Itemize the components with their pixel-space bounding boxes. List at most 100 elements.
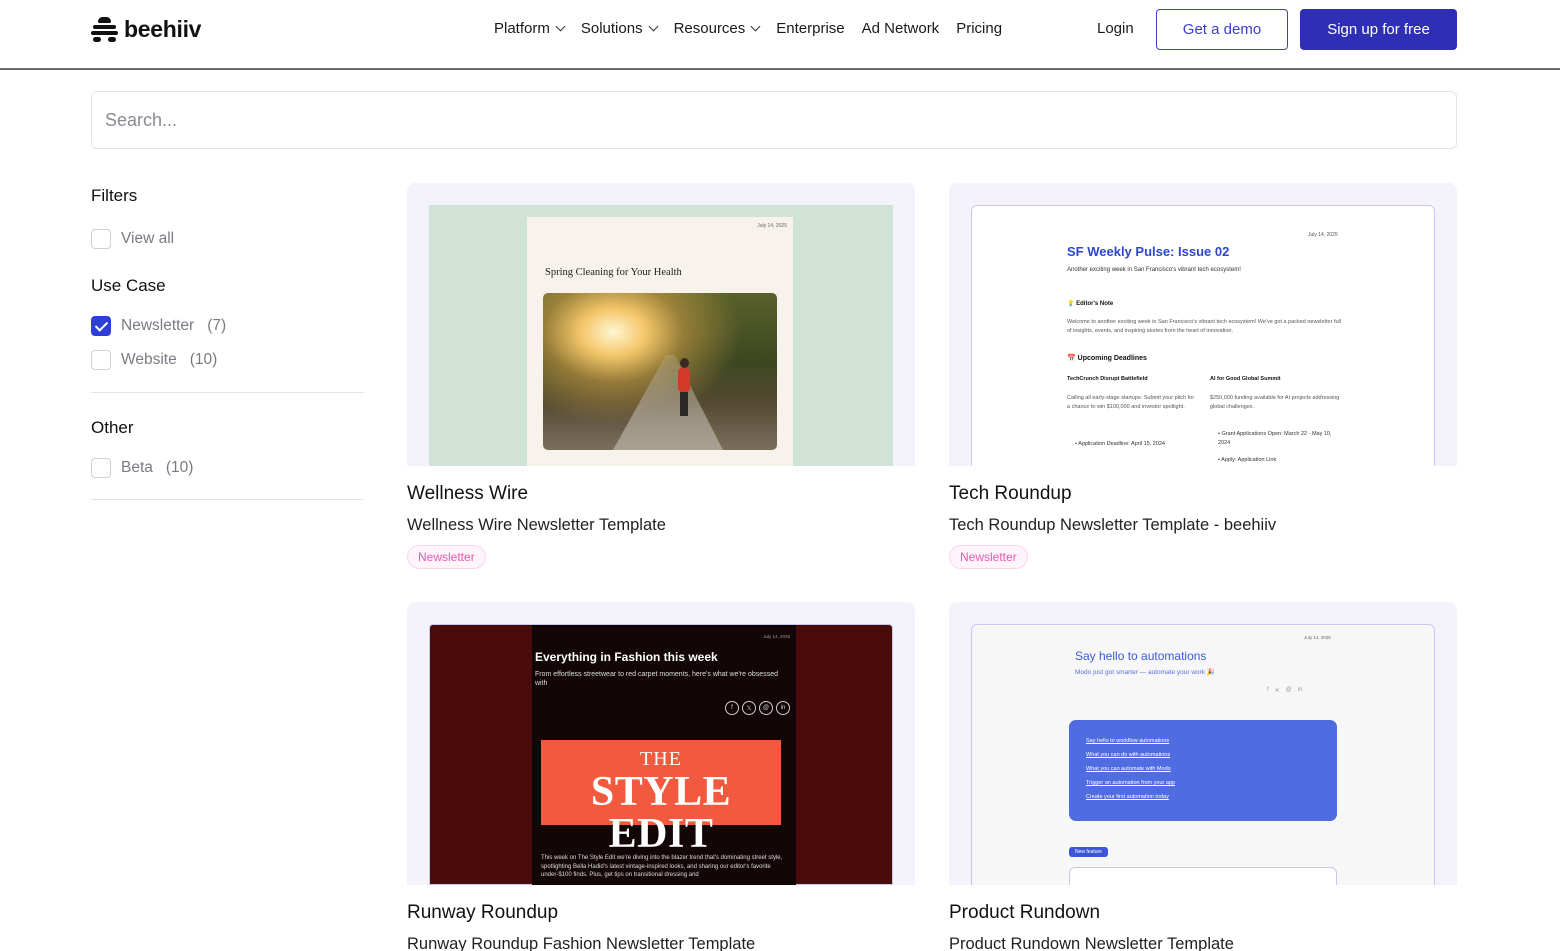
use-case-heading: Use Case — [91, 276, 166, 295]
template-preview[interactable]: July 14, 2025 SF Weekly Pulse: Issue 02 … — [949, 183, 1457, 466]
website-checkbox[interactable] — [91, 350, 111, 370]
card-title[interactable]: Wellness Wire — [407, 483, 915, 505]
card-title[interactable]: Tech Roundup — [949, 483, 1457, 505]
links-box: Say hello to workflow automations What y… — [1069, 720, 1337, 821]
card-tag: Newsletter — [407, 545, 486, 569]
nav-resources-label: Resources — [673, 20, 746, 37]
preview-link: What you can do with automations — [1086, 752, 1171, 758]
linkedin-icon: in — [1297, 687, 1303, 693]
template-preview[interactable]: July 14, 2025 Say hello to automations M… — [949, 602, 1457, 885]
facebook-icon: f — [1267, 687, 1269, 693]
preview-subheading: Another exciting week in San Francisco's… — [1067, 267, 1241, 273]
login-link[interactable]: Login — [1097, 20, 1134, 37]
card-title[interactable]: Product Rundown — [949, 902, 1457, 924]
sidebar-divider — [91, 499, 364, 500]
template-preview[interactable]: July 14, 2025 Everything in Fashion this… — [407, 602, 915, 885]
preview-link: Say hello to workflow automations — [1086, 738, 1170, 744]
preview-link: Trigger an automation from your app — [1086, 780, 1176, 786]
logo[interactable]: beehiiv — [91, 16, 201, 43]
preview-content-box — [1069, 867, 1337, 885]
nav-pricing[interactable]: Pricing — [956, 20, 1002, 37]
preview-background: July 14, 2025 Spring Cleaning for Your H… — [429, 205, 893, 466]
preview-date: July 14, 2025 — [763, 634, 790, 639]
filter-website[interactable]: Website (10) — [91, 350, 217, 370]
beta-checkbox[interactable] — [91, 458, 111, 478]
preview-email: July 14, 2025 Say hello to automations M… — [971, 624, 1435, 885]
card-subtitle: Wellness Wire Newsletter Template — [407, 516, 666, 534]
nav-resources[interactable]: Resources — [673, 20, 761, 37]
filter-view-all[interactable]: View all — [91, 229, 174, 249]
newsletter-count: (7) — [207, 317, 227, 334]
banner-big-text: STYLE EDIT — [590, 769, 732, 857]
newsletter-checkbox[interactable] — [91, 316, 111, 336]
col1-bullet: • Application Deadline: April 15, 2024 — [1075, 441, 1165, 447]
get-demo-button[interactable]: Get a demo — [1156, 9, 1288, 50]
preview-body: This week on The Style Edit we're diving… — [541, 855, 783, 879]
col2-bullet-2: • Apply: Application Link — [1218, 457, 1277, 463]
filter-beta[interactable]: Beta (10) — [91, 458, 193, 478]
facebook-icon: f — [725, 701, 739, 715]
x-icon: ✕ — [1274, 688, 1280, 694]
linkedin-icon: in — [776, 701, 790, 715]
preview-heading: SF Weekly Pulse: Issue 02 — [1067, 244, 1230, 259]
preview-email: July 14, 2025 SF Weekly Pulse: Issue 02 … — [971, 205, 1435, 466]
preview-email: July 14, 2025 Everything in Fashion this… — [532, 625, 796, 885]
social-icons: f 𝕏 @ in — [725, 701, 790, 715]
view-all-label: View all — [121, 230, 175, 247]
col2-body: $250,000 funding available for AI projec… — [1210, 395, 1340, 410]
preview-date: July 14, 2025 — [1308, 232, 1338, 238]
deadlines-heading: 📅 Upcoming Deadlines — [1067, 355, 1147, 362]
new-feature-tag: New feature — [1069, 847, 1108, 857]
newsletter-label: Newsletter — [121, 317, 195, 334]
preview-heading: Say hello to automations — [1075, 649, 1207, 663]
nav-ad-network[interactable]: Ad Network — [862, 20, 940, 37]
template-card-runway-roundup[interactable]: July 14, 2025 Everything in Fashion this… — [407, 602, 915, 951]
preview-date: July 14, 2025 — [1304, 635, 1331, 640]
nav-platform[interactable]: Platform — [494, 20, 566, 37]
filters-heading: Filters — [91, 186, 138, 205]
search-input[interactable] — [91, 91, 1457, 149]
social-icons: f ✕ @ in — [1267, 687, 1302, 694]
beehiiv-logo-icon — [91, 16, 118, 43]
threads-icon: @ — [759, 701, 773, 715]
template-card-product-rundown[interactable]: July 14, 2025 Say hello to automations M… — [949, 602, 1457, 951]
nav-solutions-label: Solutions — [580, 20, 643, 37]
nav-pricing-label: Pricing — [956, 20, 1003, 37]
card-subtitle: Product Rundown Newsletter Template — [949, 935, 1234, 951]
preview-photo — [543, 293, 777, 450]
editors-note-body: Welcome to another exciting week in San … — [1067, 319, 1341, 334]
col2-heading: AI for Good Global Summit — [1210, 376, 1281, 382]
template-preview[interactable]: July 14, 2025 Spring Cleaning for Your H… — [407, 183, 915, 466]
preview-email: July 14, 2025 Spring Cleaning for Your H… — [527, 217, 793, 466]
filter-newsletter[interactable]: Newsletter (7) — [91, 316, 226, 336]
road-shape — [613, 355, 723, 450]
card-tag: Newsletter — [949, 545, 1028, 569]
template-card-wellness-wire[interactable]: July 14, 2025 Spring Cleaning for Your H… — [407, 183, 915, 569]
x-icon: 𝕏 — [742, 701, 756, 715]
top-navbar: beehiiv Platform Solutions Resources Ent… — [0, 0, 1560, 70]
col1-body: Calling all early-stage startups: Submit… — [1067, 395, 1195, 410]
card-title[interactable]: Runway Roundup — [407, 902, 915, 924]
nav-enterprise[interactable]: Enterprise — [776, 20, 844, 37]
card-subtitle: Runway Roundup Fashion Newsletter Templa… — [407, 935, 756, 951]
main-nav: Platform Solutions Resources Enterprise … — [494, 20, 1002, 37]
nav-ad-network-label: Ad Network — [861, 20, 940, 37]
sign-up-button[interactable]: Sign up for free — [1300, 9, 1457, 50]
col2-bullet-1: • Grant Applications Open: March 22 - Ma… — [1218, 431, 1332, 446]
col1-heading: TechCrunch Disrupt Battlefield — [1067, 376, 1148, 382]
nav-enterprise-label: Enterprise — [776, 20, 845, 37]
preview-heading: Everything in Fashion this week — [535, 650, 718, 664]
template-card-tech-roundup[interactable]: July 14, 2025 SF Weekly Pulse: Issue 02 … — [949, 183, 1457, 569]
website-count: (10) — [189, 351, 218, 368]
beta-label: Beta — [121, 459, 153, 476]
logo-text: beehiiv — [124, 16, 202, 42]
banner-small-text: THE — [640, 748, 682, 770]
nav-platform-label: Platform — [494, 20, 550, 37]
beta-count: (10) — [165, 459, 194, 476]
threads-icon: @ — [1285, 687, 1292, 693]
chevron-down-icon — [555, 21, 566, 32]
preview-subheading: From effortless streetwear to red carpet… — [535, 671, 778, 688]
chevron-down-icon — [648, 21, 659, 32]
nav-solutions[interactable]: Solutions — [580, 20, 659, 37]
view-all-checkbox[interactable] — [91, 229, 111, 249]
